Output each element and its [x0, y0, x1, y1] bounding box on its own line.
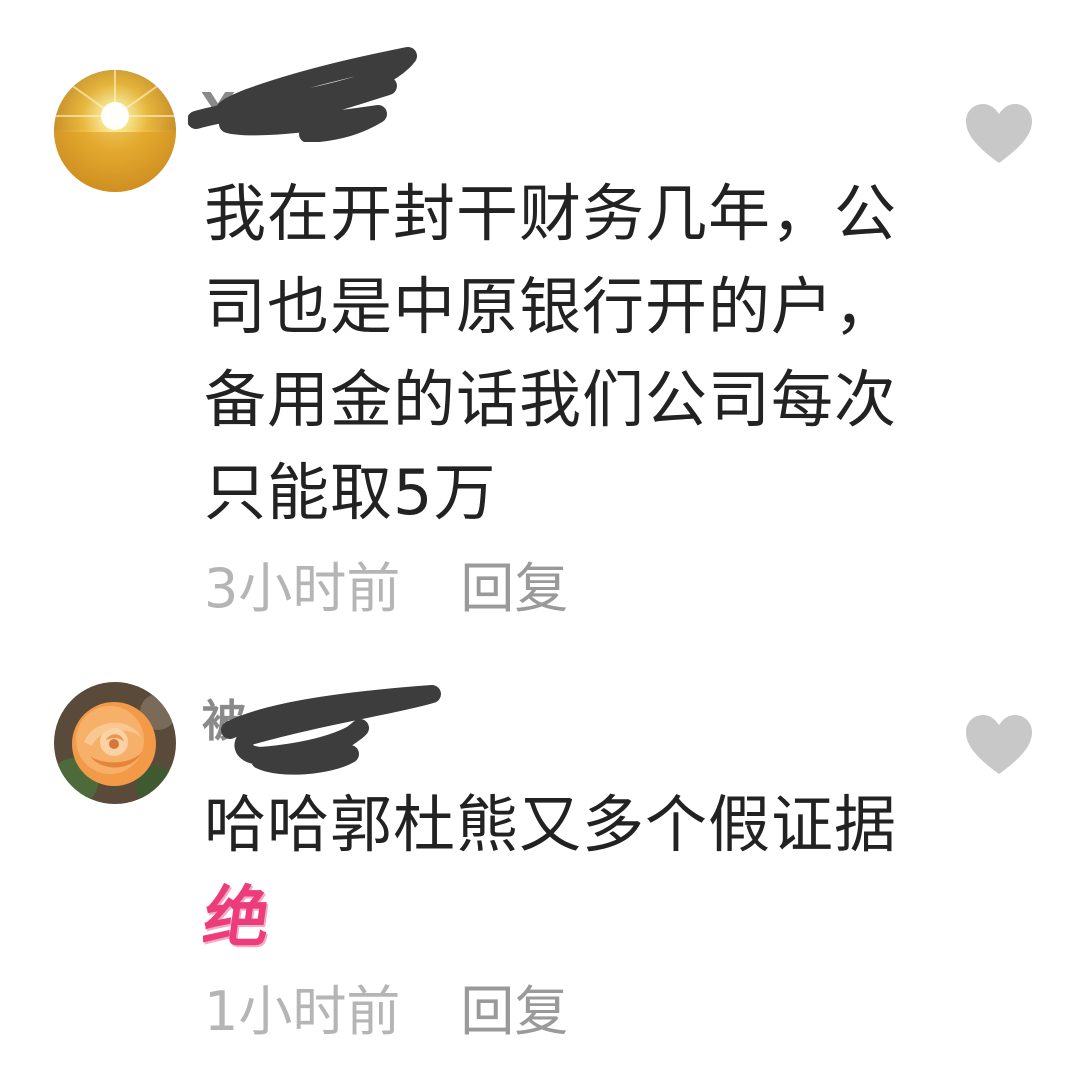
heart-icon[interactable] [964, 714, 1034, 776]
timestamp: 3小时前 [204, 557, 401, 620]
username[interactable]: 被 [202, 700, 246, 744]
comment-text: 哈哈郭杜熊又多个假证据 绝 [199, 778, 934, 965]
comment-text: 我在开封干财务几年，公司也是中原银行开的户，备用金的话我们公司每次只能取5万 [204, 177, 898, 529]
rose-avatar-image [54, 682, 176, 804]
reply-button[interactable]: 回复 [460, 557, 568, 620]
comment-meta: 1小时前 回复 [204, 985, 568, 1039]
heart-icon[interactable] [964, 103, 1034, 165]
reply-button[interactable]: 回复 [460, 980, 568, 1043]
comment-text-line: 哈哈郭杜熊又多个假证据 [204, 788, 898, 861]
sunrise-avatar-image [54, 70, 176, 192]
jue-sticker-icon: 绝 [198, 879, 277, 956]
comment-meta: 3小时前 回复 [204, 562, 568, 616]
avatar[interactable] [54, 682, 176, 804]
timestamp: 1小时前 [204, 980, 401, 1043]
avatar[interactable] [54, 70, 176, 192]
username[interactable]: Y [202, 88, 234, 132]
